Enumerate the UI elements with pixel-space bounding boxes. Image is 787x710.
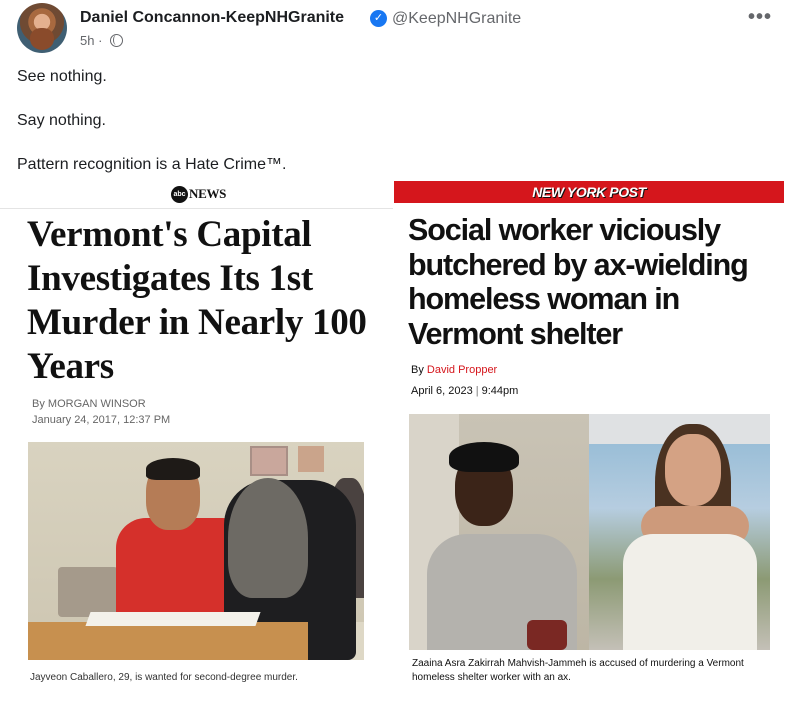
nyp-byline-prefix: By: [411, 364, 427, 376]
abc-caption: Jayveon Caballero, 29, is wanted for sec…: [30, 672, 298, 683]
nyp-author-link[interactable]: David Propper: [427, 364, 497, 376]
abc-author: MORGAN WINSOR: [47, 398, 146, 410]
nyp-masthead: NEW YORK POST: [394, 181, 784, 203]
nyp-date-separator: |: [475, 385, 479, 397]
nyp-caption: Zaaina Asra Zakirrah Mahvish-Jammeh is a…: [412, 658, 744, 683]
abc-byline: By MORGAN WINSOR: [32, 398, 146, 410]
post-line: Pattern recognition is a Hate Crime™.: [17, 156, 287, 173]
nyp-headline: Social worker viciously butchered by ax-…: [408, 213, 749, 351]
more-options-button[interactable]: •••: [748, 7, 772, 27]
author-name[interactable]: Daniel Concannon-KeepNHGranite: [80, 9, 344, 27]
author-handle[interactable]: @KeepNHGranite: [392, 10, 521, 28]
nyp-photo: [409, 414, 770, 650]
nyp-byline: By David Propper: [411, 364, 497, 376]
meta-separator: ·: [98, 33, 103, 48]
abc-date: January 24, 2017, 12:37 PM: [32, 414, 171, 426]
abc-news-logo: abc NEWS: [171, 185, 226, 203]
abc-logo-circle: abc: [171, 185, 188, 203]
post-text: See nothing. Say nothing. Pattern recogn…: [17, 66, 757, 198]
nyp-logo: NEW YORK POST: [532, 184, 646, 200]
abc-byline-prefix: By: [32, 398, 48, 410]
post-line: See nothing.: [17, 68, 107, 85]
nyp-date: April 6, 2023 | 9:44pm: [411, 385, 518, 397]
verified-badge-icon: ✓: [370, 10, 387, 27]
nyp-date-text: April 6, 2023: [411, 385, 473, 397]
abc-divider: [0, 208, 393, 209]
globe-icon: [110, 34, 124, 47]
post-header: Daniel Concannon-KeepNHGranite ✓ @KeepNH…: [14, 2, 784, 56]
nyp-time-text: 9:44pm: [481, 385, 519, 397]
abc-headline: Vermont's Capital Investigates Its 1st M…: [27, 214, 367, 387]
avatar[interactable]: [17, 3, 67, 53]
post-line: Say nothing.: [17, 112, 106, 129]
post-timestamp[interactable]: 5h: [80, 33, 94, 48]
abc-photo: [28, 442, 364, 660]
post-meta: 5h ·: [80, 33, 124, 48]
abc-logo-text: NEWS: [189, 186, 227, 201]
